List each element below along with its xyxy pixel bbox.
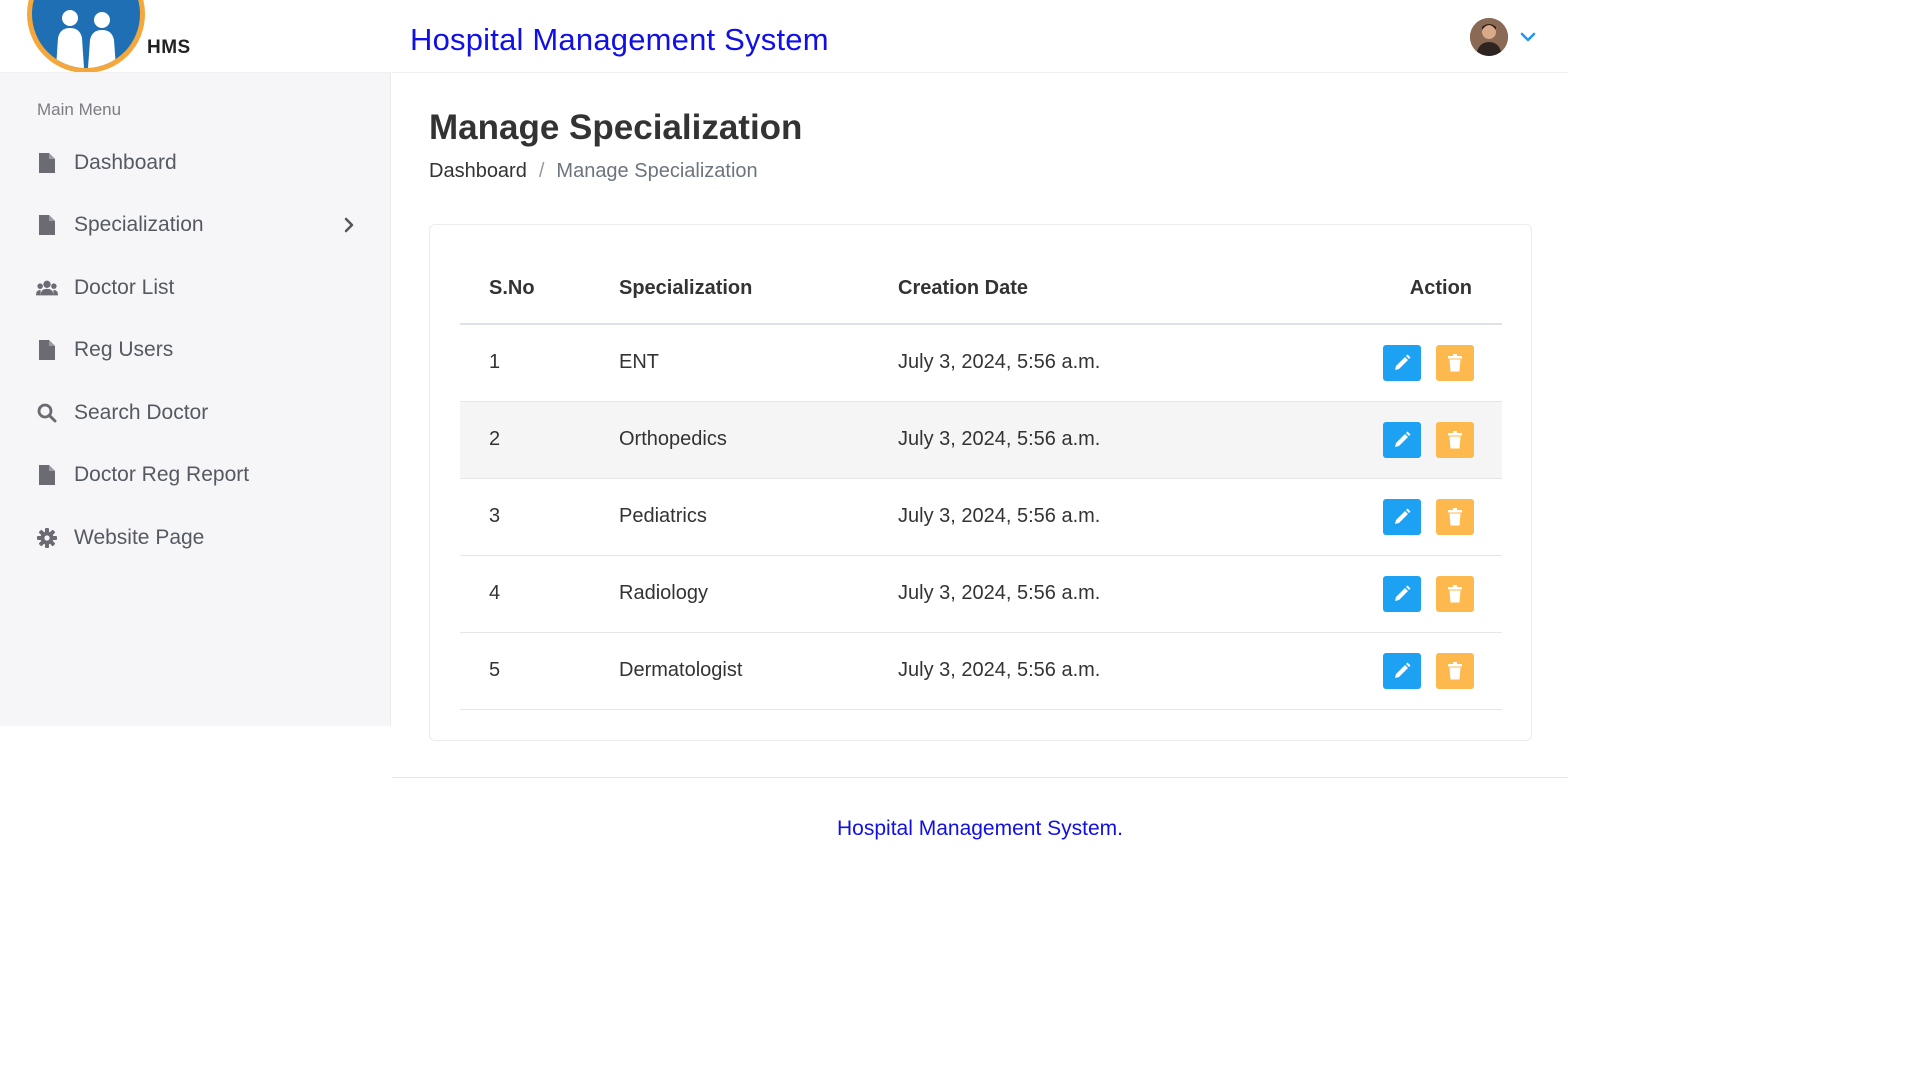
breadcrumb-current: Manage Specialization (556, 160, 758, 182)
sidebar-item-label: Specialization (74, 213, 204, 236)
logo-text: HMS (147, 37, 191, 58)
pencil-icon (1395, 662, 1411, 678)
edit-button[interactable] (1383, 345, 1421, 381)
users-icon (36, 277, 58, 299)
pencil-icon (1395, 354, 1411, 370)
cell-creation-date: July 3, 2024, 5:56 a.m. (898, 351, 1101, 373)
logo-area: HMS (0, 0, 391, 73)
file-icon (36, 464, 58, 486)
cell-specialization: Orthopedics (619, 428, 727, 450)
cell-creation-date: July 3, 2024, 5:56 a.m. (898, 659, 1101, 681)
trash-icon (1448, 585, 1462, 603)
edit-button[interactable] (1383, 499, 1421, 535)
gear-icon (36, 527, 58, 549)
doctors-logo-icon (56, 10, 116, 68)
delete-button[interactable] (1436, 576, 1474, 612)
table-row: 3 Pediatrics July 3, 2024, 5:56 a.m. (460, 479, 1502, 556)
sidebar-item-label: Dashboard (74, 151, 177, 174)
table-row: 4 Radiology July 3, 2024, 5:56 a.m. (460, 556, 1502, 633)
cell-creation-date: July 3, 2024, 5:56 a.m. (898, 428, 1101, 450)
cell-specialization: Pediatrics (619, 505, 707, 527)
sidebar-item-doctor-list[interactable]: Doctor List (0, 263, 391, 313)
user-avatar[interactable] (1470, 18, 1508, 56)
main-menu-title: Main Menu (37, 100, 122, 119)
sidebar-item-label: Reg Users (74, 338, 174, 361)
sidebar-item-search-doctor[interactable]: Search Doctor (0, 388, 391, 438)
trash-icon (1448, 354, 1462, 372)
edit-button[interactable] (1383, 653, 1421, 689)
edit-button[interactable] (1383, 576, 1421, 612)
app-title: Hospital Management System (410, 22, 829, 57)
table-row: 1 ENT July 3, 2024, 5:56 a.m. (460, 325, 1502, 402)
sidebar-item-label: Search Doctor (74, 401, 209, 424)
sidebar-item-website-page[interactable]: Website Page (0, 513, 391, 563)
pencil-icon (1395, 431, 1411, 447)
sidebar-item-doctor-reg-report[interactable]: Doctor Reg Report (0, 450, 391, 500)
file-icon (36, 214, 58, 236)
sidebar-item-label: Doctor Reg Report (74, 463, 250, 486)
specialization-card: S.No Specialization Creation Date Action… (429, 224, 1532, 741)
search-icon (36, 402, 58, 424)
sidebar: HMS Main Menu Dashboard Specialization D… (0, 0, 391, 726)
cell-specialization: Radiology (619, 582, 708, 604)
file-icon (36, 152, 58, 174)
footer-text: Hospital Management System. (837, 817, 1123, 840)
header-sno: S.No (489, 277, 535, 299)
cell-creation-date: July 3, 2024, 5:56 a.m. (898, 505, 1101, 527)
header-creation-date: Creation Date (898, 277, 1029, 299)
cell-sno: 5 (489, 659, 501, 681)
sidebar-item-dashboard[interactable]: Dashboard (0, 138, 391, 188)
cell-sno: 3 (489, 505, 501, 527)
table-row: 5 Dermatologist July 3, 2024, 5:56 a.m. (460, 633, 1502, 710)
sidebar-item-reg-users[interactable]: Reg Users (0, 325, 391, 375)
delete-button[interactable] (1436, 422, 1474, 458)
chevron-right-icon[interactable] (340, 216, 358, 234)
header-action: Action (1409, 277, 1472, 299)
header-specialization: Specialization (619, 277, 753, 299)
pencil-icon (1395, 508, 1411, 524)
sidebar-item-label: Website Page (74, 526, 205, 549)
breadcrumb-separator: / (538, 160, 545, 182)
pencil-icon (1395, 585, 1411, 601)
hms-logo[interactable] (27, 0, 145, 72)
delete-button[interactable] (1436, 345, 1474, 381)
trash-icon (1448, 508, 1462, 526)
sidebar-item-label: Doctor List (74, 276, 175, 299)
table-row: 2 Orthopedics July 3, 2024, 5:56 a.m. (460, 402, 1502, 479)
breadcrumb-dashboard-link[interactable]: Dashboard (429, 160, 527, 183)
trash-icon (1448, 662, 1462, 680)
specialization-table: S.No Specialization Creation Date Action… (460, 261, 1502, 710)
cell-specialization: Dermatologist (619, 659, 743, 681)
chevron-down-icon[interactable] (1519, 28, 1537, 46)
file-icon (36, 339, 58, 361)
delete-button[interactable] (1436, 653, 1474, 689)
top-header: Hospital Management System (392, 0, 1568, 73)
cell-specialization: ENT (619, 351, 659, 373)
page-title: Manage Specialization (429, 108, 803, 147)
cell-sno: 2 (489, 428, 501, 450)
cell-sno: 1 (489, 351, 501, 373)
delete-button[interactable] (1436, 499, 1474, 535)
sidebar-item-specialization[interactable]: Specialization (0, 200, 391, 250)
edit-button[interactable] (1383, 422, 1421, 458)
trash-icon (1448, 431, 1462, 449)
cell-creation-date: July 3, 2024, 5:56 a.m. (898, 582, 1101, 604)
cell-sno: 4 (489, 582, 501, 604)
footer-divider (392, 777, 1568, 778)
breadcrumb: Dashboard / Manage Specialization (429, 160, 758, 183)
table-header: S.No Specialization Creation Date Action (460, 261, 1502, 325)
